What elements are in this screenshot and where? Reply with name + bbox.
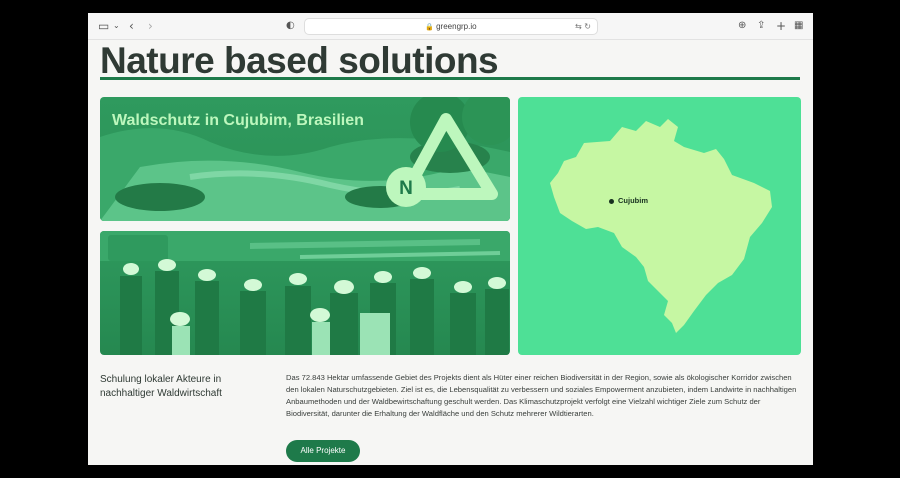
- training-photo: [100, 231, 510, 355]
- page-title: Nature based solutions: [100, 40, 499, 81]
- browser-toolbar: ▭ ⌄ ‹ › ◐ 🔒 greengrp.io ⇆ ↻ ⊕ ⇪ + ▦: [88, 13, 813, 40]
- url-text: greengrp.io: [436, 22, 477, 31]
- address-bar[interactable]: 🔒 greengrp.io ⇆ ↻: [304, 18, 598, 35]
- project-description: Das 72.843 Hektar umfassende Gebiet des …: [286, 373, 797, 418]
- location-dot: [609, 199, 614, 204]
- privacy-shield-icon[interactable]: ◐: [286, 18, 295, 34]
- logo-letter: N: [399, 178, 413, 199]
- back-arrow-icon[interactable]: ‹: [129, 18, 134, 34]
- section-subtitle: Schulung lokaler Akteure in nachhaltiger…: [100, 374, 222, 399]
- brazil-map: [550, 119, 772, 333]
- brazil-map-card: Cujubim: [518, 97, 801, 355]
- map-label-cujubim: Cujubim: [618, 196, 648, 205]
- training-photo-card: [100, 231, 510, 355]
- download-icon[interactable]: ⊕: [738, 18, 746, 34]
- new-tab-icon[interactable]: +: [776, 18, 786, 34]
- translate-reload-icon[interactable]: ⇆ ↻: [575, 19, 591, 34]
- title-divider: [100, 77, 800, 80]
- browser-window: ▭ ⌄ ‹ › ◐ 🔒 greengrp.io ⇆ ↻ ⊕ ⇪ + ▦ Natur…: [88, 13, 813, 465]
- tab-overview-icon[interactable]: ▦: [794, 18, 803, 34]
- forward-arrow-icon[interactable]: ›: [148, 18, 153, 34]
- n-logo-icon: N: [386, 113, 498, 207]
- project-hero-card[interactable]: Waldschutz in Cujubim, Brasilien N: [100, 97, 510, 221]
- lock-icon: 🔒: [425, 24, 435, 31]
- share-icon[interactable]: ⇪: [757, 18, 765, 34]
- chevron-down-icon[interactable]: ⌄: [113, 18, 120, 34]
- sidebar-toggle-icon[interactable]: ▭: [98, 18, 109, 34]
- all-projects-button[interactable]: Alle Projekte: [286, 440, 360, 462]
